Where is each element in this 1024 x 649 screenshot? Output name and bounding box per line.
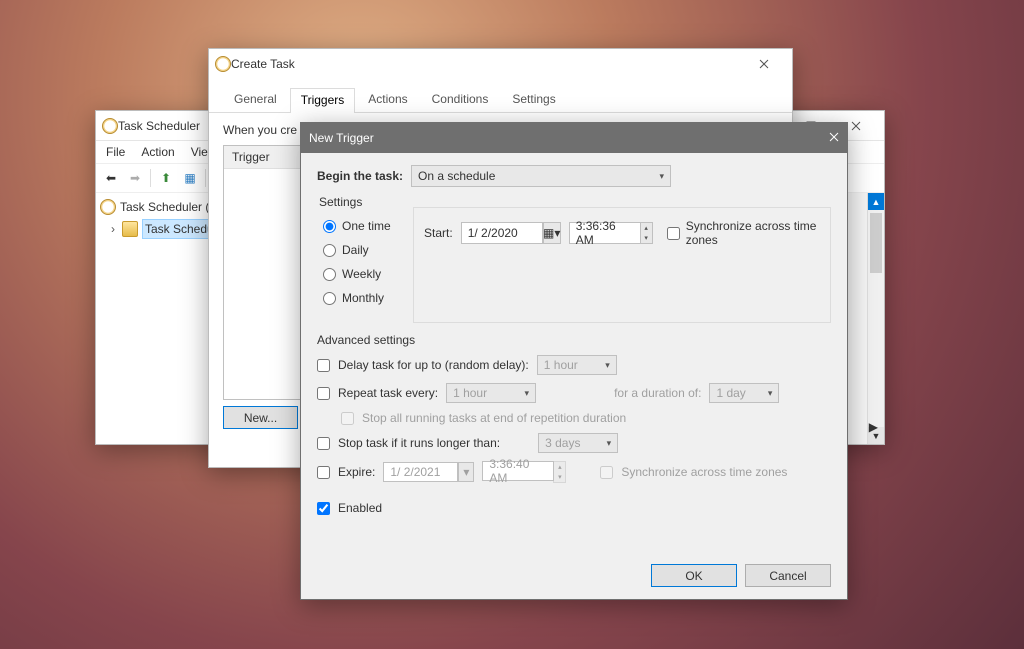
new-button[interactable]: New... — [223, 406, 298, 429]
close-button[interactable] — [799, 131, 839, 145]
recurrence-group: One time Daily Weekly Monthly — [317, 211, 403, 323]
expire-time-spinner[interactable]: ▴▾ — [553, 461, 566, 483]
tab-settings[interactable]: Settings — [501, 87, 566, 112]
start-label: Start: — [424, 226, 453, 240]
titlebar[interactable]: New Trigger — [301, 123, 847, 153]
folder-icon — [122, 221, 138, 237]
titlebar[interactable]: Create Task — [209, 49, 792, 79]
scroll-thumb[interactable] — [870, 213, 882, 273]
expire-time-field[interactable]: 3:36:40 AM — [482, 461, 554, 481]
start-time-field[interactable]: 3:36:36 AM — [569, 222, 641, 244]
forward-button[interactable]: ➡ — [124, 167, 146, 189]
tab-conditions[interactable]: Conditions — [421, 87, 500, 112]
repeat-checkbox[interactable] — [317, 387, 330, 400]
refresh-button[interactable]: ▦ — [179, 167, 201, 189]
calendar-icon: ▦▾ — [543, 226, 560, 240]
stop-if-select[interactable]: 3 days▾ — [538, 433, 618, 453]
begin-task-select[interactable]: On a schedule ▾ — [411, 165, 671, 187]
menu-file[interactable]: File — [100, 143, 131, 161]
col-trigger[interactable]: Trigger — [224, 146, 278, 168]
stop-all-label: Stop all running tasks at end of repetit… — [362, 411, 626, 425]
clock-icon — [100, 199, 116, 215]
expire-sync-checkbox — [600, 466, 613, 479]
chevron-down-icon: ▾ — [597, 438, 612, 449]
tab-triggers[interactable]: Triggers — [290, 88, 356, 113]
time-spinner[interactable]: ▴▾ — [640, 222, 653, 244]
tabs: General Triggers Actions Conditions Sett… — [209, 79, 792, 113]
begin-task-label: Begin the task: — [317, 169, 403, 183]
scrollbar[interactable]: ▲ ▼ — [867, 193, 884, 444]
chevron-right-icon[interactable]: › — [108, 222, 118, 236]
cancel-button[interactable]: Cancel — [745, 564, 831, 587]
radio-daily[interactable]: Daily — [323, 243, 403, 257]
chevron-down-icon: ▾ — [595, 360, 610, 371]
tab-actions[interactable]: Actions — [357, 87, 418, 112]
tree-root-label: Task Scheduler ( — [120, 200, 209, 214]
app-icon — [215, 56, 231, 72]
radio-one-time[interactable]: One time — [323, 219, 403, 233]
repeat-for-label: for a duration of: — [614, 386, 701, 400]
expire-calendar-button[interactable]: ▾ — [458, 462, 474, 482]
enabled-label: Enabled — [338, 501, 382, 515]
expire-date-field[interactable]: 1/ 2/2021 — [383, 462, 458, 482]
stop-if-checkbox[interactable] — [317, 437, 330, 450]
back-button[interactable]: ⬅ — [100, 167, 122, 189]
up-button[interactable]: ⬆ — [155, 167, 177, 189]
start-date-field[interactable]: 1/ 2/2020 — [461, 222, 543, 244]
delay-select[interactable]: 1 hour▾ — [537, 355, 617, 375]
radio-weekly[interactable]: Weekly — [323, 267, 403, 281]
new-trigger-dialog: New Trigger Begin the task: On a schedul… — [300, 122, 848, 600]
stop-if-label: Stop task if it runs longer than: — [338, 436, 500, 450]
chevron-down-icon: ▾ — [515, 388, 530, 399]
tab-general[interactable]: General — [223, 87, 288, 112]
sync-tz-checkbox[interactable]: Synchronize across time zones — [667, 219, 820, 247]
chevron-down-icon: ▾ — [463, 465, 469, 479]
stop-all-checkbox — [341, 412, 354, 425]
repeat-label: Repeat task every: — [338, 386, 438, 400]
repeat-for-select[interactable]: 1 day▾ — [709, 383, 779, 403]
repeat-every-select[interactable]: 1 hour▾ — [446, 383, 536, 403]
enabled-checkbox[interactable] — [317, 502, 330, 515]
dialog-title: New Trigger — [309, 131, 799, 145]
advanced-label: Advanced settings — [317, 333, 831, 347]
delay-label: Delay task for up to (random delay): — [338, 358, 529, 372]
window-title: Create Task — [231, 57, 741, 71]
pane-expand-icon[interactable]: ▶ — [869, 420, 878, 434]
delay-checkbox[interactable] — [317, 359, 330, 372]
chevron-down-icon: ▾ — [758, 388, 773, 399]
calendar-button[interactable]: ▦▾ — [543, 222, 561, 244]
close-button[interactable] — [741, 50, 786, 78]
app-icon — [102, 118, 118, 134]
expire-label: Expire: — [338, 465, 375, 479]
ok-button[interactable]: OK — [651, 564, 737, 587]
chevron-down-icon: ▾ — [649, 171, 664, 182]
expire-checkbox[interactable] — [317, 466, 330, 479]
expire-sync-label: Synchronize across time zones — [621, 465, 787, 479]
begin-task-value: On a schedule — [418, 169, 495, 183]
menu-action[interactable]: Action — [135, 143, 180, 161]
scroll-up-button[interactable]: ▲ — [868, 193, 884, 210]
radio-monthly[interactable]: Monthly — [323, 291, 403, 305]
